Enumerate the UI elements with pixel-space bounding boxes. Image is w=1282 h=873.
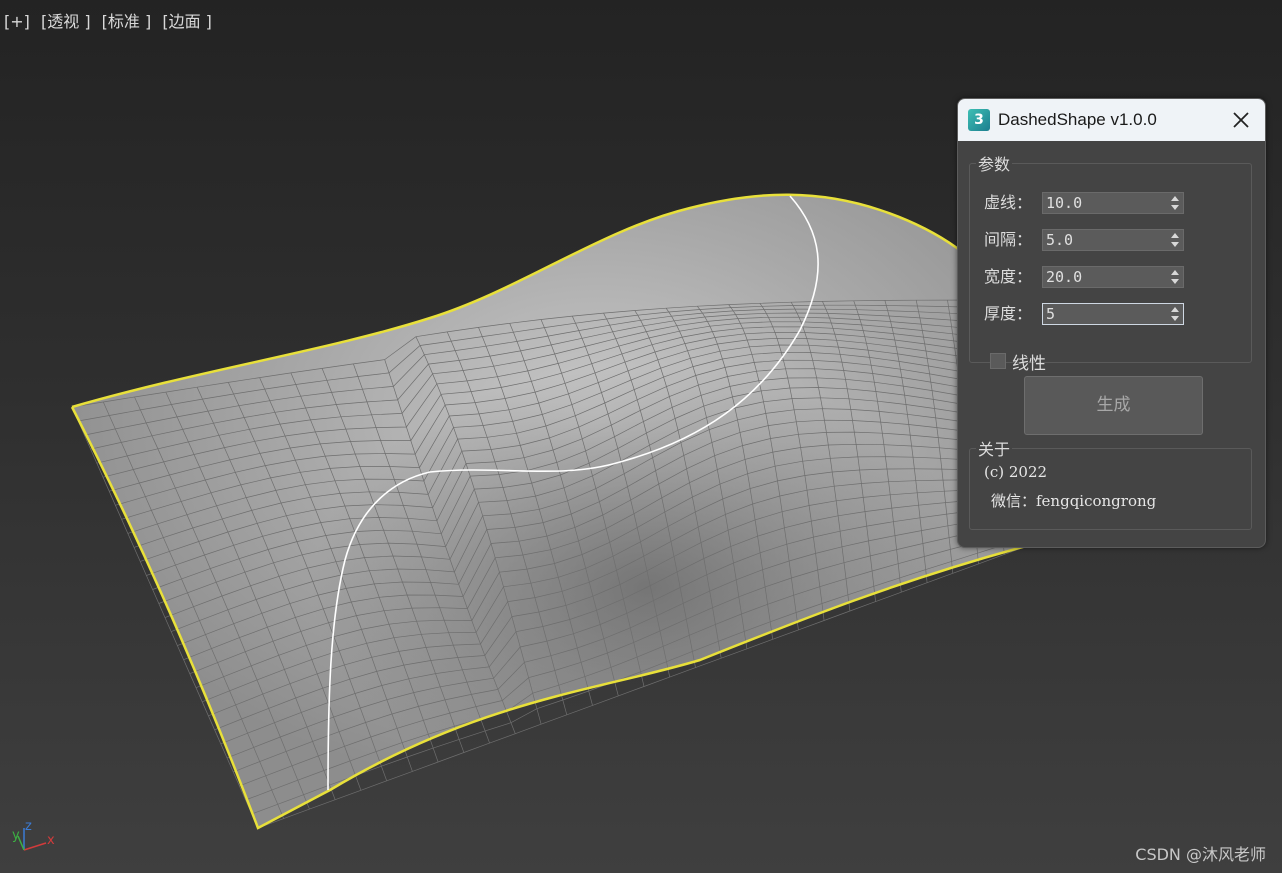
params-legend: 参数 [978, 155, 1011, 174]
linear-checkbox-label[interactable]: 线性 [1012, 349, 1046, 374]
viewport-shading-menu[interactable]: [标准 ] [102, 12, 152, 31]
axis-tripod-icon [17, 828, 47, 851]
gap-spinner[interactable] [1042, 229, 1184, 251]
dash-label: 虚线： [984, 193, 1033, 212]
dash-input[interactable] [1043, 193, 1166, 213]
width-spin-arrows[interactable] [1169, 267, 1183, 287]
linear-checkbox[interactable] [990, 353, 1006, 369]
copyright-text: (c) 2022 [984, 463, 1048, 481]
thickness-input[interactable] [1043, 304, 1166, 324]
dash-spinner[interactable] [1042, 192, 1184, 214]
dashedshape-dialog: 3 DashedShape v1.0.0 参数 虚线： 间隔： 宽度： [957, 98, 1266, 548]
viewport-label-menu: [+] [透视 ] [标准 ] [边面 ] [4, 8, 218, 32]
dialog-title: DashedShape v1.0.0 [998, 110, 1157, 129]
viewport-plus-menu[interactable]: [+] [4, 12, 30, 31]
about-legend: 关于 [978, 440, 1011, 459]
generate-button[interactable]: 生成 [1024, 376, 1203, 435]
dialog-titlebar[interactable]: 3 DashedShape v1.0.0 [958, 99, 1265, 141]
csdn-watermark: CSDN @沐风老师 [1135, 845, 1266, 864]
spin-down-icon[interactable] [1171, 205, 1179, 210]
axis-label-z: z [25, 819, 32, 834]
spin-down-icon[interactable] [1171, 242, 1179, 247]
viewport-display-menu[interactable]: [边面 ] [162, 12, 212, 31]
width-spinner[interactable] [1042, 266, 1184, 288]
gap-label: 间隔： [984, 230, 1033, 249]
3ds-max-app-icon: 3 [968, 109, 990, 131]
spin-up-icon[interactable] [1171, 196, 1179, 201]
viewport-perspective-menu[interactable]: [透视 ] [41, 12, 91, 31]
spin-down-icon[interactable] [1171, 279, 1179, 284]
spin-down-icon[interactable] [1171, 316, 1179, 321]
params-group: 参数 虚线： 间隔： 宽度： 厚度： [969, 151, 1252, 374]
dash-spin-arrows[interactable] [1169, 193, 1183, 213]
spin-up-icon[interactable] [1171, 233, 1179, 238]
wechat-text: 微信：fengqicongrong [991, 492, 1157, 510]
axis-label-y: y [12, 828, 20, 843]
spin-up-icon[interactable] [1171, 307, 1179, 312]
spin-up-icon[interactable] [1171, 270, 1179, 275]
about-group: 关于 (c) 2022 微信：fengqicongrong [969, 436, 1252, 530]
thickness-label: 厚度： [984, 304, 1033, 323]
width-label: 宽度： [984, 267, 1033, 286]
close-icon[interactable] [1229, 108, 1253, 132]
gap-input[interactable] [1043, 230, 1166, 250]
axis-label-x: x [47, 833, 55, 848]
width-input[interactable] [1043, 267, 1166, 287]
gap-spin-arrows[interactable] [1169, 230, 1183, 250]
thickness-spin-arrows[interactable] [1169, 304, 1183, 324]
thickness-spinner[interactable] [1042, 303, 1184, 325]
